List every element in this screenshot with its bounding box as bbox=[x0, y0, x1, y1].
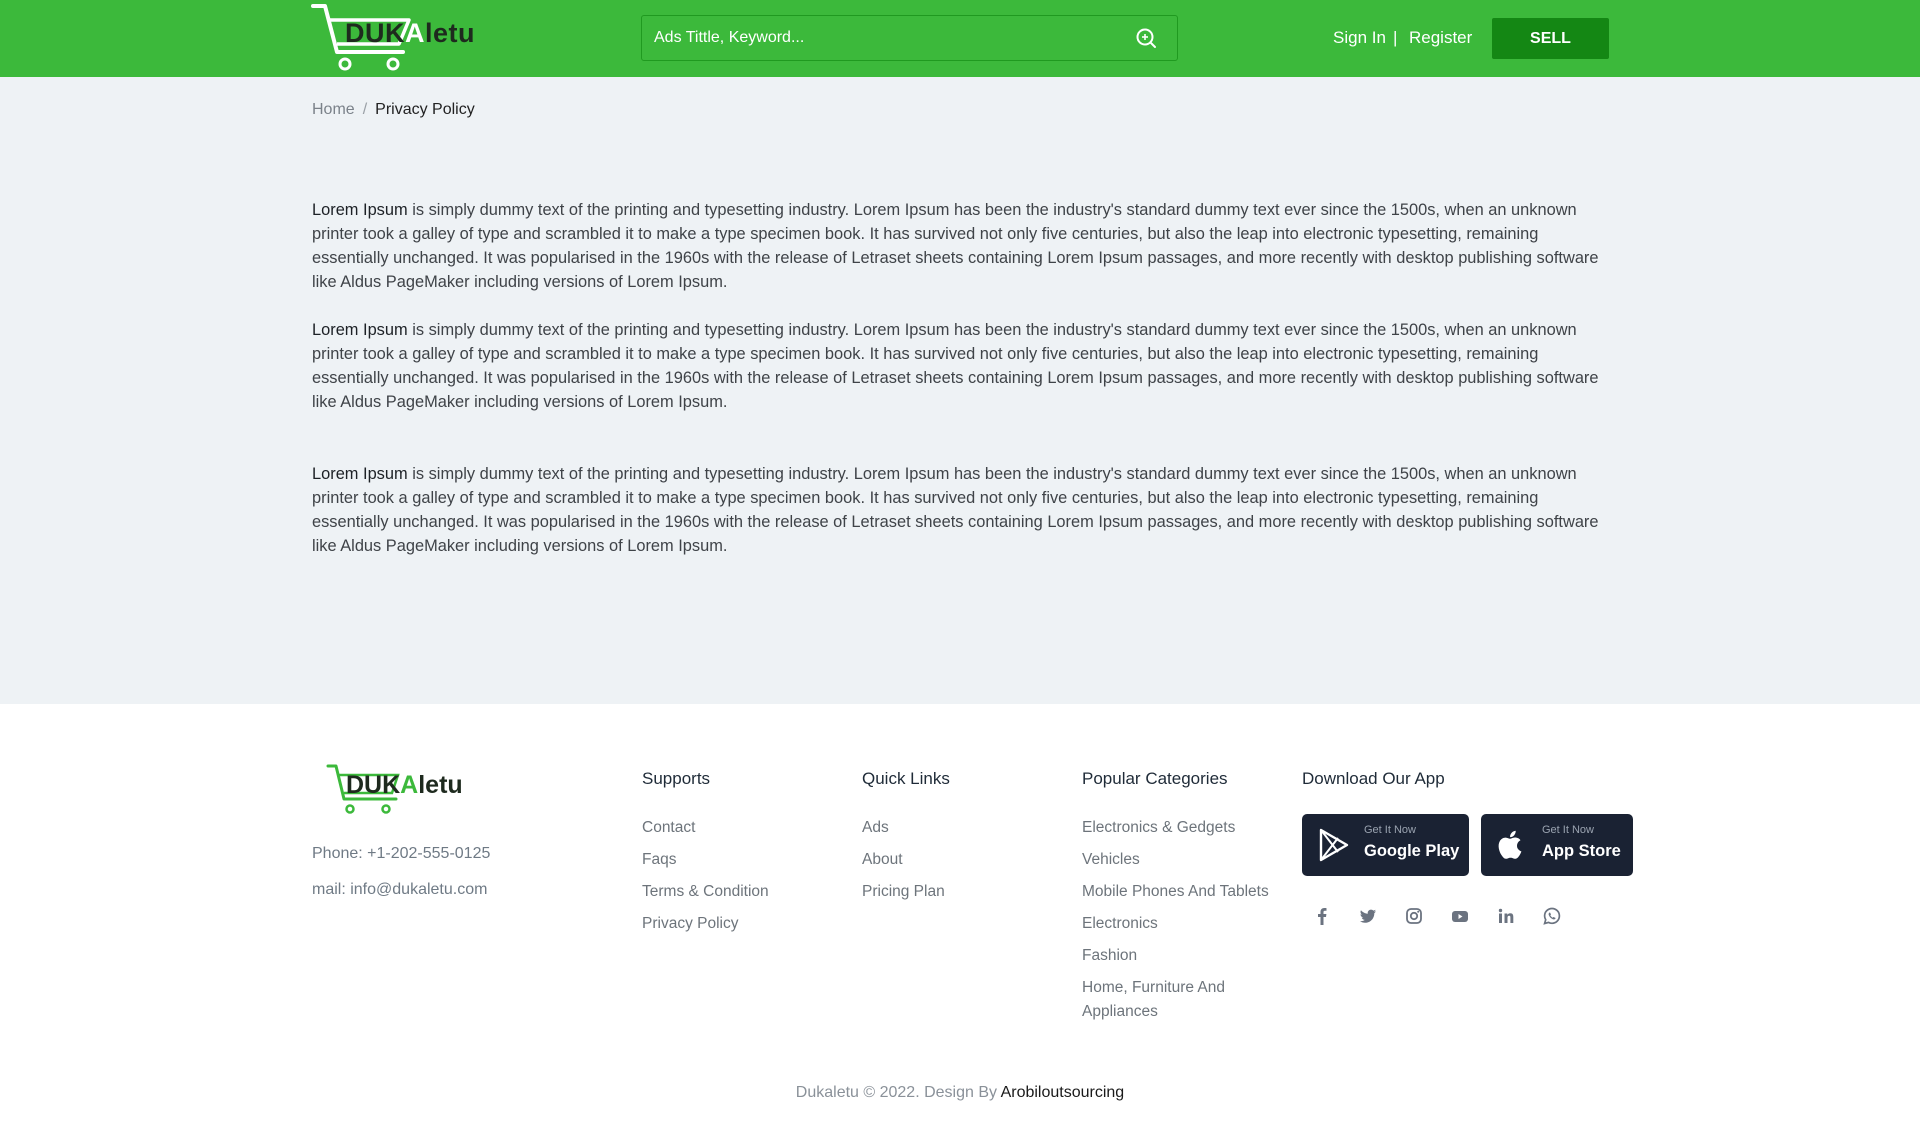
google-play-icon bbox=[1319, 828, 1349, 862]
category-link[interactable]: Mobile Phones And Tablets bbox=[1082, 880, 1282, 904]
search-icon[interactable] bbox=[1135, 27, 1157, 49]
app-store-button[interactable]: Get It Now App Store bbox=[1481, 814, 1633, 876]
footer-link-contact[interactable]: Contact bbox=[642, 816, 842, 840]
footer-logo-wordmark: DUKAletu bbox=[346, 771, 463, 799]
category-link[interactable]: Home, Furniture And Appliances bbox=[1082, 976, 1272, 1024]
site-footer: DUKAletu Phone: +1-202-555-0125 mail: in… bbox=[0, 704, 1920, 1132]
google-play-label: Google Play bbox=[1364, 842, 1460, 860]
footer-logo[interactable]: DUKAletu bbox=[326, 763, 496, 819]
footer-link-pricing[interactable]: Pricing Plan bbox=[862, 880, 1062, 904]
youtube-icon[interactable] bbox=[1450, 906, 1470, 926]
google-play-small-label: Get It Now bbox=[1364, 824, 1416, 836]
quick-links-heading: Quick Links bbox=[862, 769, 950, 788]
category-link[interactable]: Fashion bbox=[1082, 944, 1282, 968]
main-content: Home / Privacy Policy Lorem Ipsum is simpl… bbox=[0, 77, 1920, 704]
whatsapp-icon[interactable] bbox=[1542, 906, 1562, 926]
policy-paragraph: Lorem Ipsum is simply dummy text of the … bbox=[312, 465, 1599, 555]
apple-icon bbox=[1498, 830, 1522, 859]
footer-link-terms[interactable]: Terms & Condition bbox=[642, 880, 842, 904]
footer-link-privacy[interactable]: Privacy Policy bbox=[642, 912, 842, 936]
breadcrumb: Home / Privacy Policy bbox=[312, 101, 475, 119]
popular-categories-heading: Popular Categories bbox=[1082, 769, 1228, 788]
category-link[interactable]: Electronics bbox=[1082, 912, 1282, 936]
footer-phone: Phone: +1-202-555-0125 bbox=[312, 845, 491, 862]
category-link[interactable]: Vehicles bbox=[1082, 848, 1282, 872]
supports-heading: Supports bbox=[642, 769, 711, 788]
nav-separator: | bbox=[1393, 28, 1398, 47]
site-logo[interactable]: DUKAletu bbox=[311, 2, 496, 74]
popular-categories-list: Electronics & Gedgets Vehicles Mobile Ph… bbox=[1082, 816, 1282, 1032]
search-box bbox=[641, 15, 1178, 61]
sell-button[interactable]: SELL bbox=[1492, 18, 1609, 59]
footer-link-ads[interactable]: Ads bbox=[862, 816, 1062, 840]
download-app-heading: Download Our App bbox=[1302, 769, 1445, 788]
google-play-button[interactable]: Get It Now Google Play bbox=[1302, 814, 1469, 876]
facebook-icon[interactable] bbox=[1312, 906, 1332, 926]
breadcrumb-current: Privacy Policy bbox=[375, 101, 475, 118]
logo-wordmark: DUKAletu bbox=[345, 18, 476, 48]
app-store-label: App Store bbox=[1542, 842, 1621, 860]
linkedin-icon[interactable] bbox=[1496, 906, 1516, 926]
register-link[interactable]: Register bbox=[1409, 28, 1472, 48]
sign-in-link[interactable]: Sign In bbox=[1333, 28, 1386, 48]
supports-list: Contact Faqs Terms & Condition Privacy P… bbox=[642, 816, 842, 944]
breadcrumb-home[interactable]: Home bbox=[312, 101, 355, 118]
app-store-small-label: Get It Now bbox=[1542, 824, 1594, 836]
policy-paragraph: Lorem Ipsum is simply dummy text of the … bbox=[312, 321, 1599, 411]
quick-links-list: Ads About Pricing Plan bbox=[862, 816, 1062, 912]
footer-email[interactable]: mail: info@dukaletu.com bbox=[312, 881, 487, 899]
twitter-icon[interactable] bbox=[1358, 906, 1378, 926]
category-link[interactable]: Electronics & Gedgets bbox=[1082, 816, 1282, 840]
designer-link[interactable]: Arobiloutsourcing bbox=[1001, 1084, 1125, 1101]
footer-link-faqs[interactable]: Faqs bbox=[642, 848, 842, 872]
search-input[interactable] bbox=[654, 16, 1124, 60]
instagram-icon[interactable] bbox=[1404, 906, 1424, 926]
policy-paragraph: Lorem Ipsum is simply dummy text of the … bbox=[312, 201, 1599, 291]
footer-link-about[interactable]: About bbox=[862, 848, 1062, 872]
breadcrumb-separator: / bbox=[362, 101, 368, 118]
site-header: DUKAletu Sign In | Register SELL bbox=[0, 0, 1920, 77]
copyright: Dukaletu © 2022. Design By Arobiloutsour… bbox=[795, 1084, 1125, 1101]
